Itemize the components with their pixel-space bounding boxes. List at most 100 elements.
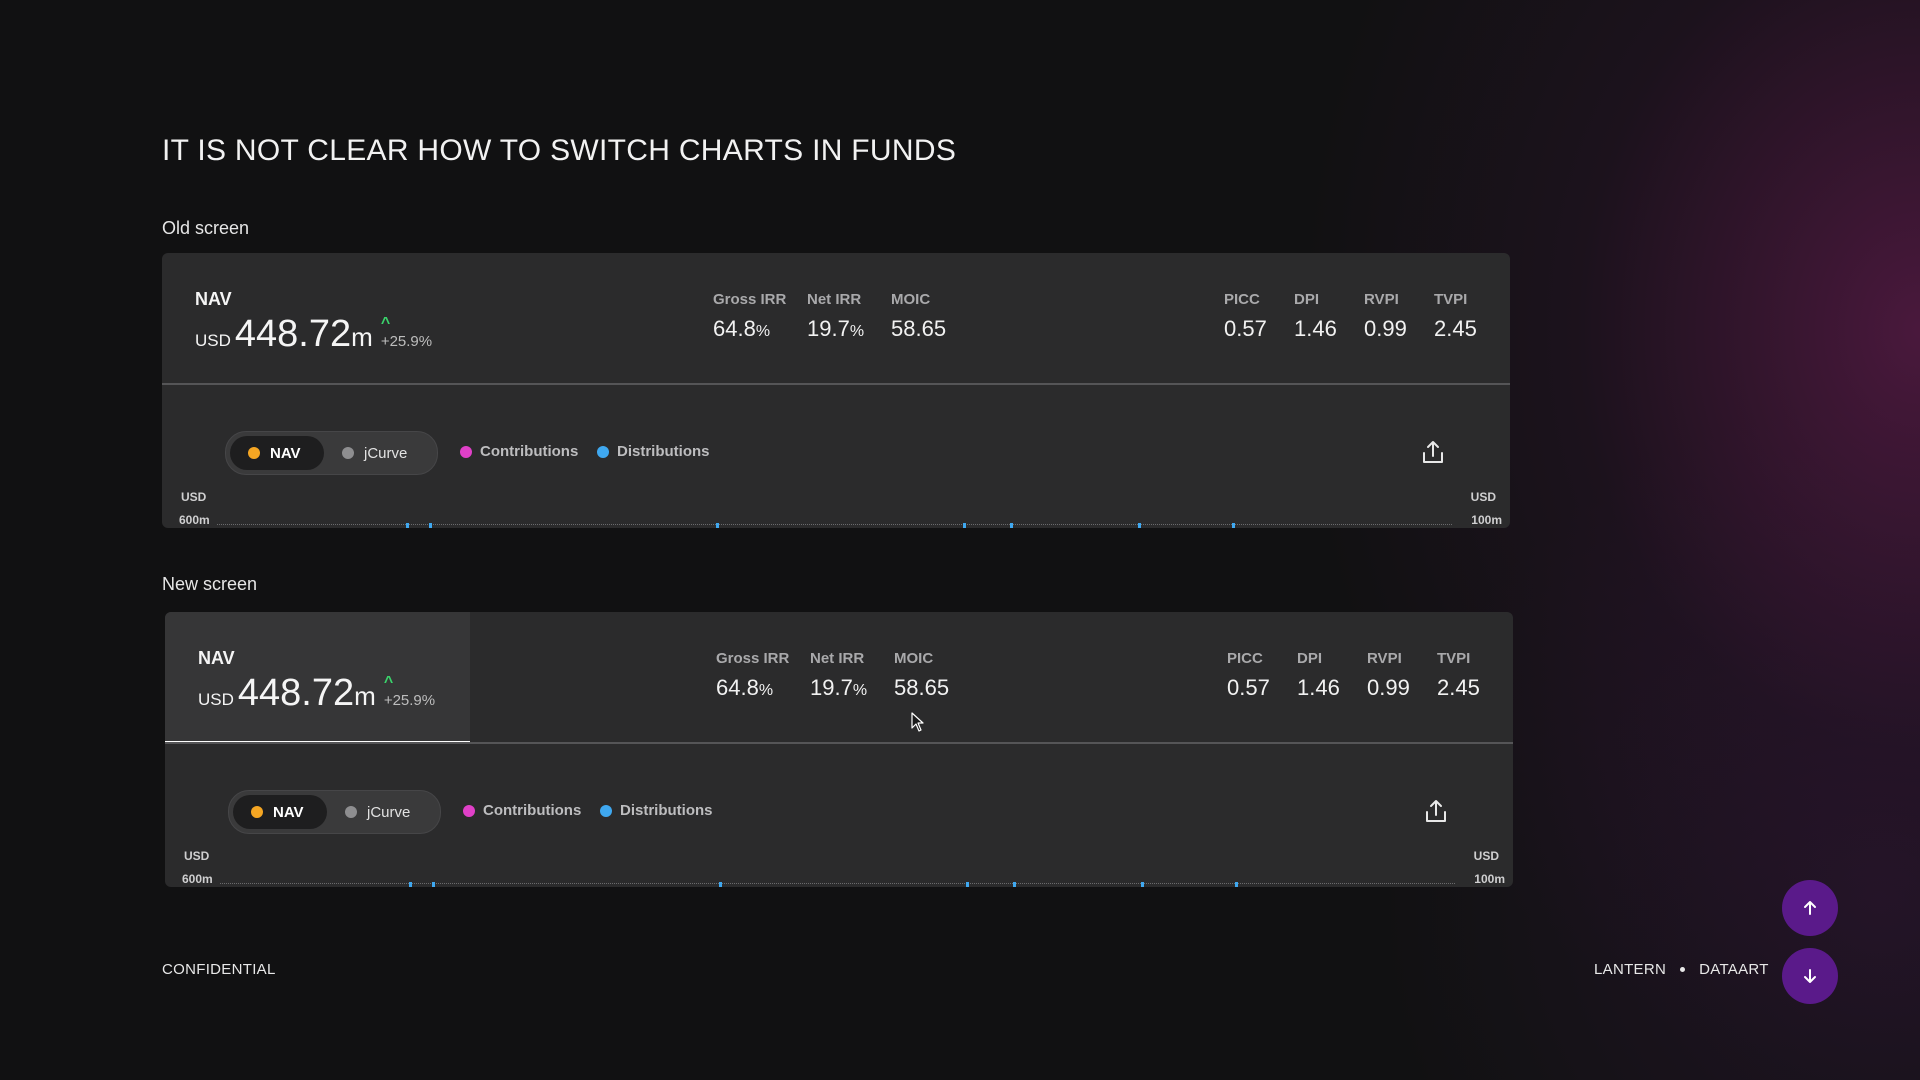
metric-label: MOIC	[894, 650, 934, 667]
chevron-up-icon: ^	[383, 674, 394, 691]
distribution-bar	[1013, 882, 1016, 887]
metric-net-irr[interactable]: Net IRR 19.7%	[810, 650, 867, 701]
metric-label: TVPI	[1437, 650, 1471, 667]
distribution-bar	[716, 523, 719, 528]
legend-label: Distributions	[620, 802, 713, 819]
footer-confidential: CONFIDENTIAL	[162, 961, 276, 978]
toggle-jcurve-label: jCurve	[364, 444, 408, 462]
chart-gridline	[220, 883, 1455, 884]
metric-value: 58.65	[891, 316, 947, 341]
metric-dpi[interactable]: DPI 1.46	[1294, 291, 1337, 342]
metric-value: 19.7%	[807, 316, 865, 341]
metric-value: 64.8%	[713, 316, 771, 341]
metric-dpi[interactable]: DPI 1.46	[1297, 650, 1340, 701]
metric-label: Gross IRR	[716, 650, 790, 667]
metric-label: Net IRR	[810, 650, 865, 667]
metric-tvpi[interactable]: TVPI 2.45	[1434, 291, 1477, 342]
upload-icon[interactable]	[1423, 798, 1449, 824]
distribution-bar	[409, 882, 412, 887]
chart-type-toggle: NAV jCurve	[228, 790, 441, 834]
nav-unit: m	[354, 681, 376, 711]
metric-gross-irr[interactable]: Gross IRR 64.8%	[716, 650, 789, 701]
nav-dot	[251, 806, 263, 818]
new-fund-panel: NAV USD 448.72m ^ +25.9% Gross IRR 64.8% Ne…	[165, 612, 1513, 887]
metric-value: 0.57	[1227, 675, 1270, 700]
contributions-dot	[463, 804, 475, 817]
nav-dot	[248, 447, 260, 459]
new-screen-label: New screen	[162, 574, 258, 594]
right-axis-top-value: 100m	[1471, 513, 1502, 527]
metric-moic[interactable]: MOIC 58.65	[891, 291, 946, 342]
metric-value: 1.46	[1294, 316, 1337, 341]
mouse-pointer-icon	[911, 712, 924, 732]
toggle-jcurve-option[interactable]: jCurve	[341, 795, 435, 829]
upload-icon[interactable]	[1420, 439, 1446, 465]
nav-change-value: +25.9%	[380, 333, 433, 350]
nav-tile[interactable]: NAV USD 448.72m ^ +25.9%	[162, 253, 467, 385]
nav-tile-selected[interactable]: NAV USD 448.72m ^ +25.9%	[165, 612, 470, 744]
summary-header: NAV USD 448.72m ^ +25.9% Gross IRR 64.8% Ne…	[165, 612, 1513, 744]
distribution-bar	[966, 882, 969, 887]
footer-brand-lantern: LANTERN	[1594, 961, 1667, 978]
toggle-nav-option[interactable]: NAV	[233, 795, 327, 829]
nav-amount: 448.72	[234, 313, 352, 355]
toggle-nav-option[interactable]: NAV	[230, 436, 324, 470]
right-axis-currency: USD	[1470, 490, 1496, 504]
toggle-jcurve-option[interactable]: jCurve	[338, 436, 432, 470]
metric-rvpi[interactable]: RVPI 0.99	[1367, 650, 1410, 701]
header-divider	[165, 742, 1513, 744]
old-screen-label: Old screen	[162, 218, 250, 238]
contributions-dot	[460, 445, 472, 458]
footer-brand-dataart: DATAART	[1699, 961, 1769, 978]
metric-label: Net IRR	[807, 291, 862, 308]
chevron-up-icon: ^	[380, 315, 391, 332]
metric-label: PICC	[1224, 291, 1260, 308]
chart-gridline	[217, 524, 1452, 525]
legend-distributions[interactable]: Distributions	[597, 443, 710, 460]
metric-net-irr[interactable]: Net IRR 19.7%	[807, 291, 864, 342]
metric-value: 2.45	[1434, 316, 1477, 341]
footer-separator	[1680, 967, 1686, 972]
legend-label: Contributions	[480, 443, 579, 460]
toggle-nav-label: NAV	[270, 444, 301, 462]
metric-gross-irr[interactable]: Gross IRR 64.8%	[713, 291, 786, 342]
toggle-nav-label: NAV	[273, 803, 304, 821]
nav-unit: m	[351, 322, 373, 352]
scroll-down-button[interactable]	[1782, 948, 1838, 1004]
metric-picc[interactable]: PICC 0.57	[1224, 291, 1267, 342]
metric-tvpi[interactable]: TVPI 2.45	[1437, 650, 1480, 701]
legend-contributions[interactable]: Contributions	[460, 443, 578, 460]
distributions-dot	[597, 445, 609, 458]
metric-label: RVPI	[1364, 291, 1399, 308]
legend-contributions[interactable]: Contributions	[463, 802, 581, 819]
metric-picc[interactable]: PICC 0.57	[1227, 650, 1270, 701]
metric-label: PICC	[1227, 650, 1263, 667]
distribution-bar	[1010, 523, 1013, 528]
nav-change: ^ +25.9%	[380, 315, 433, 350]
left-axis-top-value: 600m	[179, 513, 210, 527]
distribution-bar	[719, 882, 722, 887]
legend-label: Contributions	[483, 802, 582, 819]
scroll-up-button[interactable]	[1782, 880, 1838, 936]
metric-label: TVPI	[1434, 291, 1468, 308]
metric-value: 0.99	[1364, 316, 1407, 341]
distribution-bar	[1138, 523, 1141, 528]
distribution-bar	[1141, 882, 1144, 887]
distribution-bar	[963, 523, 966, 528]
metric-moic[interactable]: MOIC 58.65	[894, 650, 949, 701]
metric-rvpi[interactable]: RVPI 0.99	[1364, 291, 1407, 342]
left-axis-top-value: 600m	[182, 872, 213, 886]
footer-brands: LANTERN DATAART	[1594, 961, 1769, 978]
metric-label: Gross IRR	[713, 291, 787, 308]
distribution-bar	[406, 523, 409, 528]
arrow-up-icon	[1804, 901, 1816, 915]
jcurve-dot	[342, 447, 354, 459]
page-title: IT IS NOT CLEAR HOW TO SWITCH CHARTS IN …	[162, 134, 957, 167]
metric-value: 0.57	[1224, 316, 1267, 341]
legend-distributions[interactable]: Distributions	[600, 802, 713, 819]
metric-label: MOIC	[891, 291, 931, 308]
metric-value: 64.8%	[716, 675, 774, 700]
nav-label: NAV	[195, 289, 232, 309]
metric-label: DPI	[1297, 650, 1323, 667]
right-axis-currency: USD	[1473, 849, 1499, 863]
